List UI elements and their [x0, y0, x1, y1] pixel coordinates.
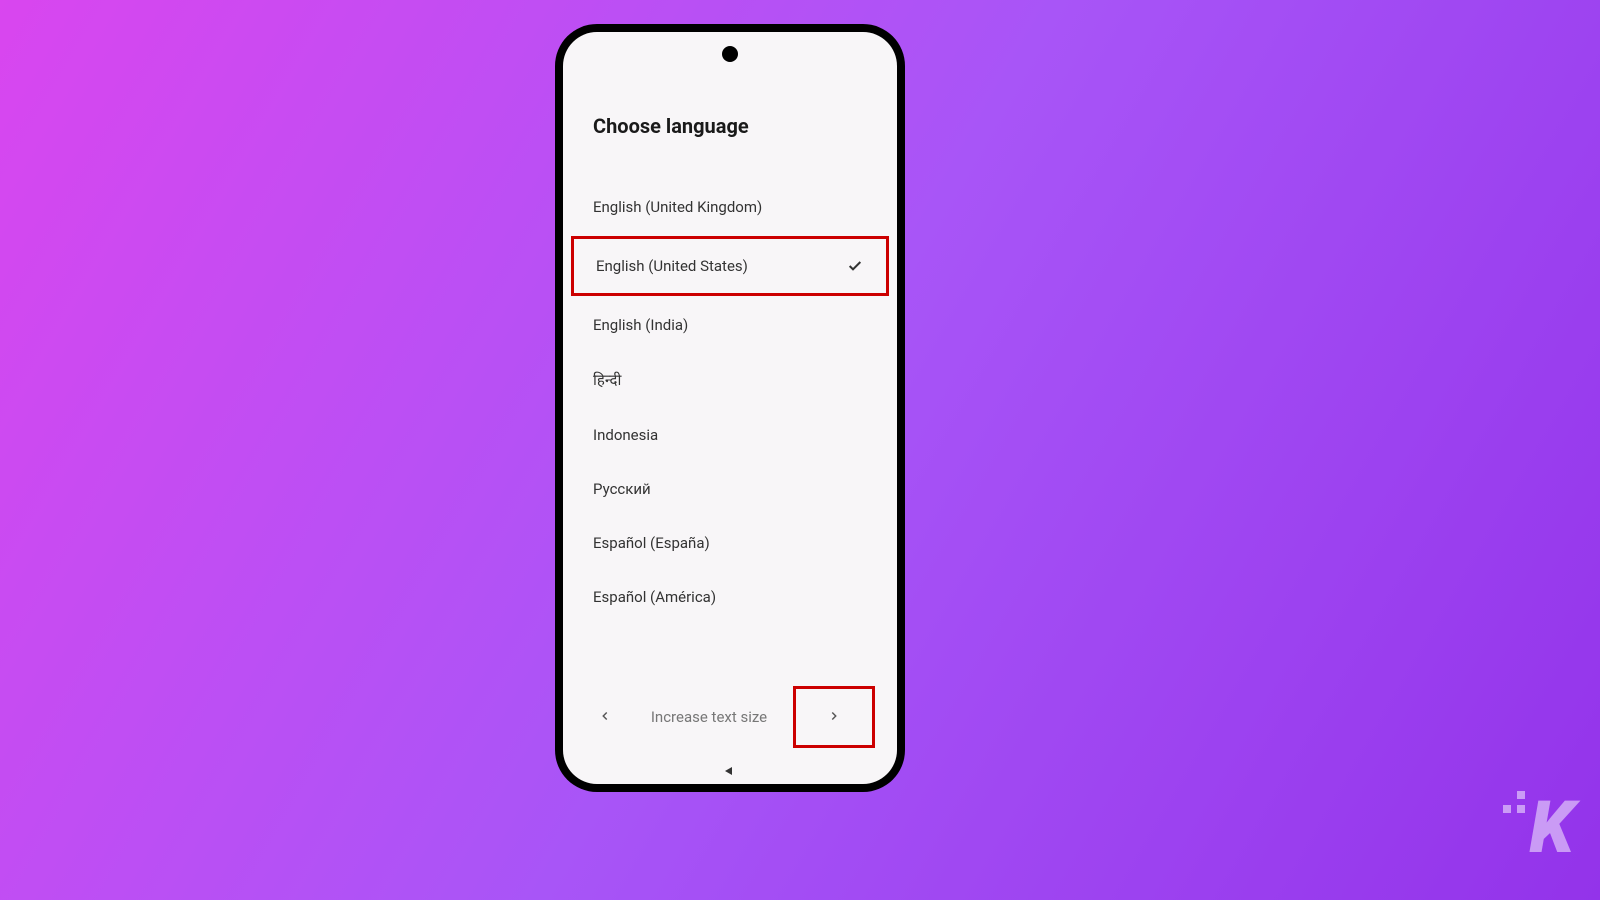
setup-content: Choose language English (United Kingdom)…: [563, 32, 897, 624]
language-label: Русский: [593, 480, 651, 498]
language-list: English (United Kingdom) English (United …: [571, 180, 889, 624]
back-button[interactable]: [585, 697, 625, 737]
language-option[interactable]: Indonesia: [571, 408, 889, 462]
language-option[interactable]: English (India): [571, 298, 889, 352]
language-label: Español (España): [593, 534, 710, 552]
language-option[interactable]: हिन्दी: [571, 352, 889, 408]
watermark-logo: K: [1503, 785, 1570, 870]
language-option[interactable]: English (United Kingdom): [571, 180, 889, 234]
phone-frame: Choose language English (United Kingdom)…: [555, 24, 905, 792]
bottom-bar: Increase text size: [563, 686, 897, 748]
watermark-letter: K: [1529, 785, 1570, 870]
chevron-left-icon: [598, 708, 612, 727]
watermark-dots-icon: [1503, 791, 1525, 813]
next-button[interactable]: [793, 686, 875, 748]
language-label: Español (América): [593, 588, 716, 606]
page-title: Choose language: [593, 114, 867, 138]
language-label: English (India): [593, 316, 688, 334]
language-option[interactable]: English (United States): [571, 236, 889, 296]
system-back-button[interactable]: [722, 762, 738, 778]
language-option[interactable]: Русский: [571, 462, 889, 516]
camera-hole: [722, 46, 738, 62]
language-option[interactable]: Español (América): [571, 570, 889, 624]
language-label: English (United Kingdom): [593, 198, 762, 216]
bottom-label: Increase text size: [651, 708, 767, 726]
language-label: हिन्दी: [593, 370, 621, 390]
phone-screen: Choose language English (United Kingdom)…: [563, 32, 897, 784]
language-label: Indonesia: [593, 426, 658, 444]
language-option[interactable]: Español (España): [571, 516, 889, 570]
system-nav-bar: [563, 762, 897, 778]
chevron-right-icon: [827, 708, 841, 727]
language-label: English (United States): [596, 257, 748, 275]
check-icon: [846, 257, 864, 275]
